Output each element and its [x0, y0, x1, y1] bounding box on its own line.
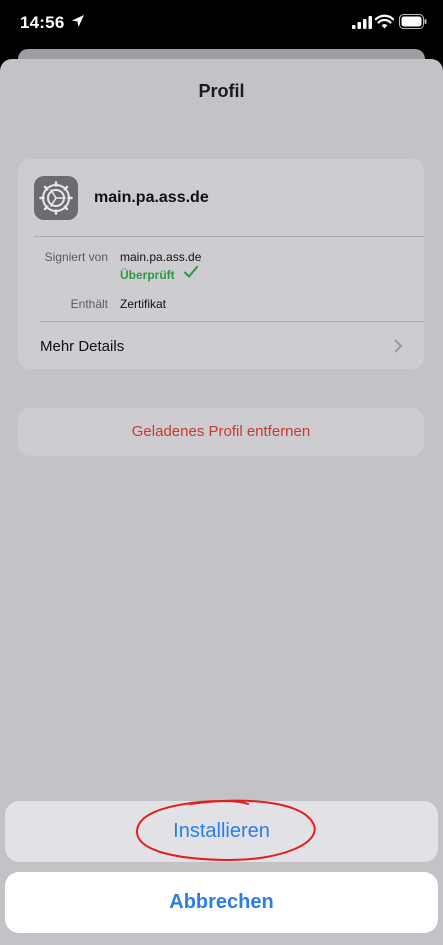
location-arrow-icon — [72, 15, 84, 27]
signed-by-value: main.pa.ass.de — [120, 250, 202, 264]
remove-profile-button[interactable]: Geladenes Profil entfernen — [18, 408, 424, 456]
signed-by-label: Signiert von — [44, 250, 108, 264]
chevron-right-icon — [394, 339, 402, 353]
battery-icon — [399, 14, 427, 29]
cellular-signal-icon — [352, 16, 372, 29]
status-time: 14:56 — [20, 13, 65, 32]
status-bar: 14:56 — [0, 0, 443, 50]
divider — [40, 321, 424, 322]
profile-icon — [34, 176, 78, 220]
more-details-link[interactable]: Mehr Details — [40, 338, 124, 355]
divider — [34, 236, 424, 237]
contains-label: Enthält — [70, 297, 108, 311]
profile-card: main.pa.ass.de Signiert von main.pa.ass.… — [18, 159, 424, 369]
checkmark-icon — [184, 266, 198, 278]
install-button[interactable]: Installieren — [5, 801, 438, 862]
contains-value: Zertifikat — [120, 297, 167, 311]
verified-status: Überprüft — [120, 268, 175, 282]
cancel-button[interactable]: Abbrechen — [5, 872, 438, 933]
wifi-icon — [375, 14, 394, 29]
profile-name: main.pa.ass.de — [94, 189, 209, 206]
settings-gear-icon — [39, 181, 73, 215]
page-title: Profil — [198, 81, 245, 101]
